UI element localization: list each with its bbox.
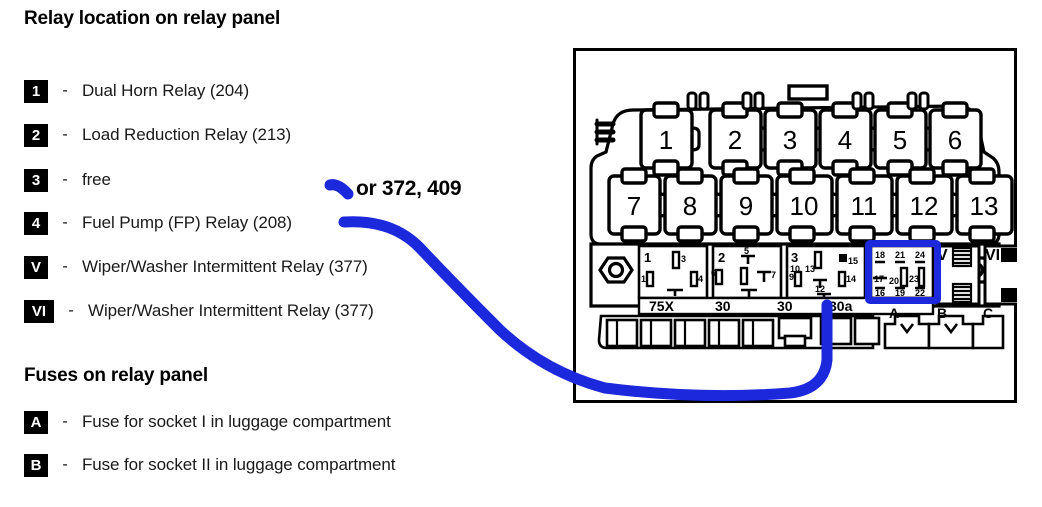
- svg-text:12: 12: [910, 191, 939, 221]
- svg-text:8: 8: [683, 191, 697, 221]
- relay-legend-row-v: V - Wiper/Washer Intermittent Relay (377…: [24, 254, 368, 280]
- relay-panel-drawing: 1 2 3 4 5 6 7 8 9 10 11 12 13 1 3 1 4 2 …: [589, 84, 1017, 350]
- svg-text:2: 2: [728, 125, 742, 155]
- svg-text:12: 12: [815, 284, 825, 294]
- svg-text:1: 1: [659, 125, 673, 155]
- relay-badge-vi: VI: [24, 299, 54, 323]
- relay-dash-3: -: [62, 171, 68, 188]
- svg-text:7: 7: [771, 270, 776, 280]
- connector-strip: 1 3 1 4 2 2 5 6 7: [589, 242, 1017, 316]
- svg-text:9: 9: [739, 191, 753, 221]
- svg-text:10: 10: [790, 191, 819, 221]
- svg-text:VI: VI: [985, 247, 1000, 264]
- svg-text:13: 13: [970, 191, 999, 221]
- relay-badge-1: 1: [24, 79, 48, 103]
- fuse-section-title: Fuses on relay panel: [24, 365, 208, 386]
- svg-text:4: 4: [698, 274, 703, 284]
- svg-text:14: 14: [846, 274, 856, 284]
- relay-dash-v: -: [62, 258, 68, 275]
- relay-legend-row-vi: VI - Wiper/Washer Intermittent Relay (37…: [24, 298, 374, 324]
- relay-socket-v: V: [935, 244, 981, 306]
- fuse-badge-b: B: [24, 453, 48, 477]
- relay-panel-diagram: 1 2 3 4 5 6 7 8 9 10 11 12 13 1 3 1 4 2 …: [573, 48, 1017, 403]
- svg-text:30: 30: [777, 298, 793, 314]
- svg-text:1: 1: [641, 274, 646, 284]
- relay-socket-vi: VI: [983, 244, 1017, 306]
- fuse-legend-row-a: A - Fuse for socket I in luggage compart…: [24, 409, 391, 435]
- svg-text:7: 7: [627, 191, 641, 221]
- svg-text:1: 1: [644, 250, 651, 265]
- relay-label-1: Dual Horn Relay (204): [82, 81, 250, 100]
- svg-text:3: 3: [783, 125, 797, 155]
- relay-dash-vi: -: [68, 302, 74, 319]
- relay-badge-v: V: [24, 255, 48, 279]
- svg-text:75X: 75X: [649, 298, 675, 314]
- relay-dash-1: -: [62, 82, 68, 99]
- svg-text:4: 4: [838, 125, 852, 155]
- fuse-label-a: Fuse for socket I in luggage compartment: [82, 412, 391, 431]
- relay-legend-row-1: 1 - Dual Horn Relay (204): [24, 78, 249, 104]
- relay-label-3: free: [82, 170, 111, 189]
- svg-text:3: 3: [791, 250, 798, 265]
- fuse-label-b: Fuse for socket II in luggage compartmen…: [82, 455, 396, 474]
- relay-badge-4: 4: [24, 211, 48, 235]
- annotation-text: or 372, 409: [356, 177, 462, 200]
- svg-text:11: 11: [851, 191, 878, 221]
- relay-label-v: Wiper/Washer Intermittent Relay (377): [82, 257, 368, 276]
- svg-text:A: A: [889, 305, 899, 321]
- fuse-dash-b: -: [62, 456, 68, 473]
- svg-text:9: 9: [789, 272, 794, 282]
- svg-text:5: 5: [744, 246, 749, 256]
- svg-text:5: 5: [893, 125, 907, 155]
- relay-dash-4: -: [62, 214, 68, 231]
- relay-dash-2: -: [62, 126, 68, 143]
- relay-badge-2: 2: [24, 123, 48, 147]
- relay-legend-row-2: 2 - Load Reduction Relay (213): [24, 122, 291, 148]
- svg-text:3: 3: [681, 254, 686, 264]
- relay-label-4: Fuel Pump (FP) Relay (208): [82, 213, 292, 232]
- relay-section-title: Relay location on relay panel: [24, 8, 281, 29]
- svg-text:6: 6: [711, 268, 716, 278]
- relay-label-vi: Wiper/Washer Intermittent Relay (377): [88, 301, 374, 320]
- relay-label-2: Load Reduction Relay (213): [82, 125, 292, 144]
- relay-socket-row-top: 1 2 3 4 5 6: [639, 84, 983, 177]
- fuse-dash-a: -: [62, 413, 68, 430]
- relay-badge-3: 3: [24, 168, 48, 192]
- svg-text:30: 30: [715, 298, 731, 314]
- highlight-box: [865, 240, 941, 304]
- svg-text:30a: 30a: [829, 298, 853, 314]
- svg-text:B: B: [937, 305, 947, 321]
- fuse-badge-a: A: [24, 410, 48, 434]
- fuse-legend-row-b: B - Fuse for socket II in luggage compar…: [24, 452, 395, 478]
- svg-text:13: 13: [805, 264, 815, 274]
- svg-text:2: 2: [718, 250, 725, 265]
- legend-column: Relay location on relay panel 1 - Dual H…: [0, 0, 560, 507]
- relay-legend-row-3: 3 - free: [24, 167, 111, 193]
- svg-text:C: C: [983, 305, 993, 321]
- relay-legend-row-4: 4 - Fuel Pump (FP) Relay (208): [24, 210, 292, 236]
- svg-text:6: 6: [948, 125, 962, 155]
- svg-text:15: 15: [848, 256, 858, 266]
- relay-socket-row-bottom: 7 8 9 10 11 12 13: [607, 167, 1014, 243]
